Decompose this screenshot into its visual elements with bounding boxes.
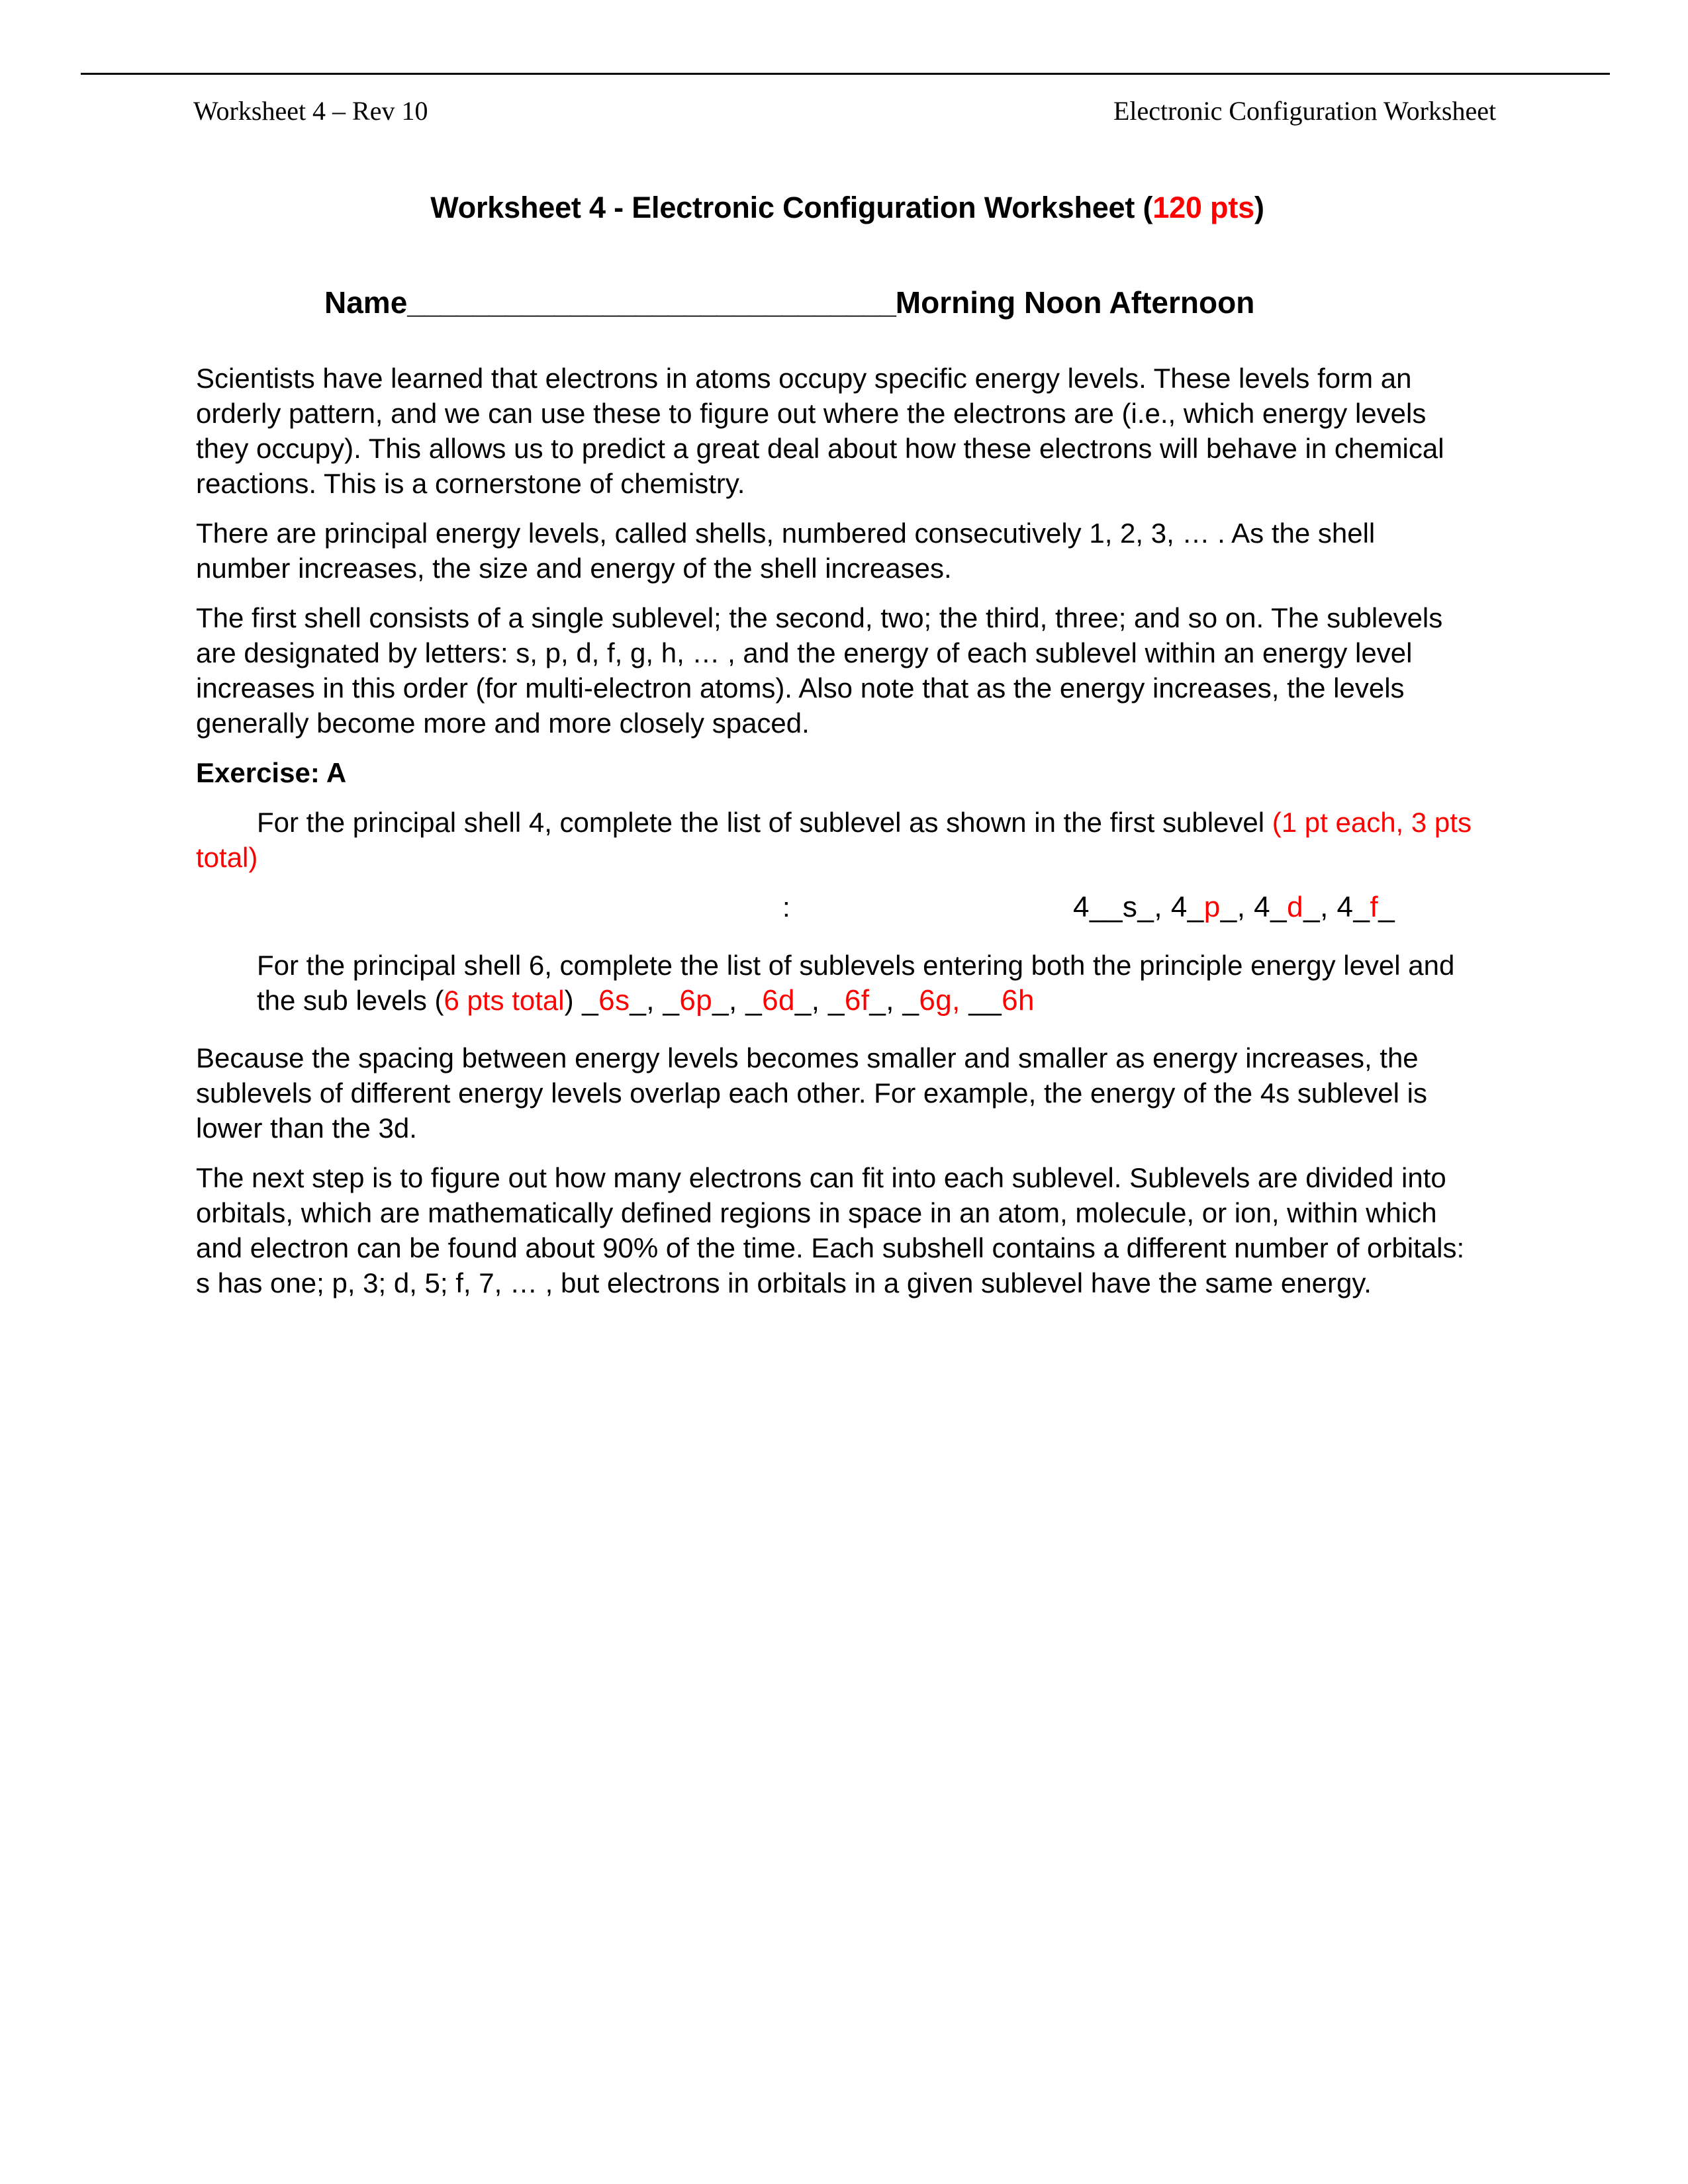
question-2-close-paren: )	[564, 985, 574, 1016]
answer-1-seg-tail: _	[1378, 891, 1395, 923]
header-left-text: Worksheet 4 – Rev 10	[193, 96, 428, 126]
paragraph-3: The first shell consists of a single sub…	[196, 602, 1443, 739]
answer-2-value-6d: 6d	[762, 984, 795, 1017]
answer-1-seg-sep2: _, 4_	[1303, 891, 1370, 923]
name-label: Name	[324, 285, 408, 320]
answer-2-value-6g: 6g,	[919, 984, 961, 1017]
exercise-heading: Exercise: A	[196, 757, 347, 788]
answer-2-value-6h: 6h	[1002, 984, 1035, 1017]
title-close-paren: )	[1254, 191, 1264, 224]
answer-2-blank-2: _, _	[630, 984, 680, 1017]
answer-2-value-6f: 6f	[844, 984, 870, 1017]
answer-2-list[interactable]: _6s_, _6p_, _6d_, _6f_, _6g, __6h	[574, 984, 1035, 1017]
answer-2-blank-1: _	[573, 984, 599, 1017]
name-field-row: Name______________________________Mornin…	[324, 285, 1254, 320]
header-right-text: Electronic Configuration Worksheet	[1113, 96, 1497, 126]
paragraph-2: There are principal energy levels, calle…	[196, 518, 1376, 584]
header-divider	[81, 73, 1610, 75]
session-options[interactable]: Morning Noon Afternoon	[896, 285, 1255, 320]
answer-1-list[interactable]: 4__s_, 4_p_, 4_d_, 4_f_	[1073, 889, 1395, 925]
exercise-question-2: For the principal shell 6, complete the …	[196, 948, 1478, 1018]
title-points-badge: 120 pts	[1152, 191, 1254, 224]
answer-1-seg-f: f	[1370, 891, 1379, 923]
answer-2-blank-3: _, _	[712, 984, 763, 1017]
answer-2-blank-5: _, _	[869, 984, 919, 1017]
answer-1-seg-p: p	[1203, 891, 1221, 923]
question-1-text: For the principal shell 4, complete the …	[257, 807, 1272, 838]
title-main-text: Worksheet 4 - Electronic Configuration W…	[430, 191, 1153, 224]
document-body: Scientists have learned that electrons i…	[196, 361, 1477, 1315]
name-input-blank[interactable]: ______________________________	[407, 285, 896, 320]
paragraph-5: The next step is to figure out how many …	[196, 1162, 1465, 1298]
exercise-question-1: For the principal shell 4, complete the …	[196, 805, 1477, 875]
worksheet-page: Worksheet 4 – Rev 10 Electronic Configur…	[0, 0, 1688, 2184]
answer-2-value-6p: 6p	[679, 984, 713, 1017]
answer-2-blank-6: __	[960, 984, 1002, 1017]
answer-1-seg-d: d	[1287, 891, 1304, 923]
page-header: Worksheet 4 – Rev 10 Electronic Configur…	[81, 93, 1610, 132]
answer-1-seg-s: 4__s_, 4_	[1073, 891, 1204, 923]
answer-colon: :	[782, 891, 790, 923]
paragraph-4: Because the spacing between energy level…	[196, 1042, 1427, 1144]
page-title: Worksheet 4 - Electronic Configuration W…	[199, 191, 1496, 225]
paragraph-1: Scientists have learned that electrons i…	[196, 363, 1444, 499]
answer-2-value-6s: 6s	[598, 984, 630, 1017]
answer-1-seg-sep1: _, 4_	[1220, 891, 1288, 923]
answer-2-blank-4: _, _	[794, 984, 845, 1017]
question-2-points: 6 pts total	[444, 985, 565, 1016]
exercise-answer-row-1: : 4__s_, 4_p_, 4_d_, 4_f_	[196, 889, 1477, 931]
